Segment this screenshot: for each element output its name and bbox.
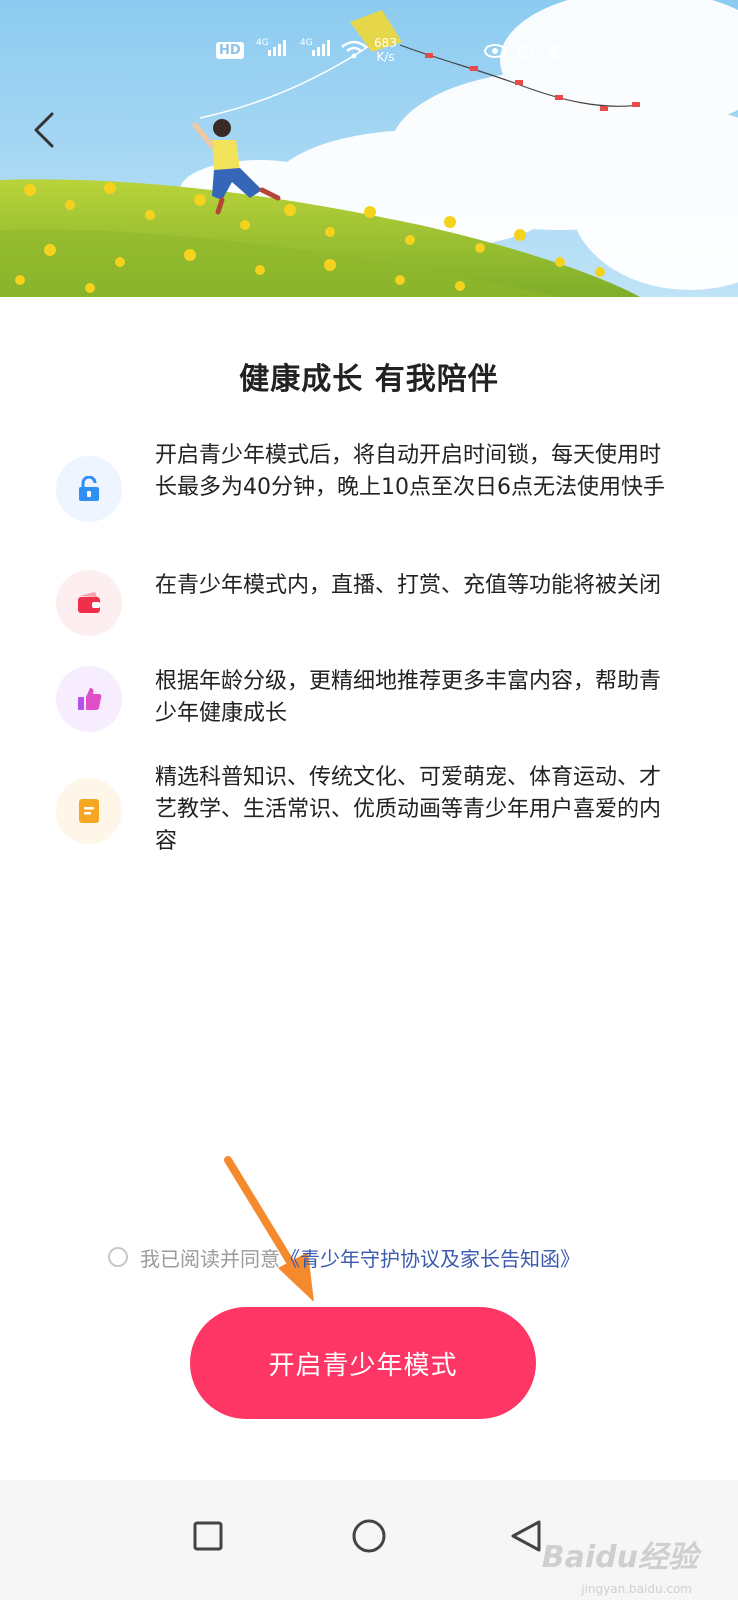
status-bar: HD 4G 4G 683 K/s [0, 30, 738, 78]
bluetooth-icon [548, 41, 561, 61]
signal-icon: 4G [300, 36, 334, 58]
document-icon [79, 799, 99, 823]
agreement-row: 我已阅读并同意 《青少年守护协议及家长告知函》 [108, 1241, 580, 1273]
signal-icon: 4G [256, 36, 290, 58]
hd-badge: HD [216, 42, 244, 59]
home-button[interactable] [341, 1508, 397, 1564]
page-title: 健康成长 有我陪伴 [239, 362, 499, 397]
triangle-back-icon [511, 1520, 541, 1552]
feature-icon-bg [56, 666, 122, 732]
square-icon [193, 1521, 223, 1551]
watermark-logo: Baidu经验 [541, 1540, 698, 1575]
header-banner: HD 4G 4G 683 K/s [0, 0, 738, 297]
watermark-url: jingyan.baidu.com [581, 1582, 692, 1596]
feature-icon-bg [56, 778, 122, 844]
status-icons [484, 41, 562, 61]
unlock-icon [79, 476, 99, 501]
feature-icon-bg [56, 456, 122, 522]
annotation-arrow-icon [224, 1156, 314, 1302]
wifi-icon [340, 40, 368, 60]
thumbs-up-icon [78, 688, 102, 710]
svg-text:4G: 4G [300, 38, 313, 48]
back-button[interactable] [26, 108, 66, 156]
alarm-icon [518, 44, 534, 60]
network-speed: 683 K/s [374, 36, 397, 64]
feature-text: 在青少年模式内，直播、打赏、充值等功能将被关闭 [155, 573, 662, 598]
enable-teen-mode-button[interactable]: 开启青少年模式 [190, 1307, 536, 1419]
feature-text: 精选科普知识、传统文化、可爱萌宠、体育运动、才艺教学、生活常识、优质动画等青少年… [155, 765, 662, 854]
system-navbar: Baidu经验 jingyan.baidu.com [0, 1480, 738, 1600]
wallet-icon [78, 592, 100, 613]
feature-icon-bg [56, 570, 122, 636]
circle-icon [352, 1519, 386, 1553]
recent-apps-button[interactable] [180, 1508, 236, 1564]
eye-icon [484, 44, 506, 58]
agreement-checkbox[interactable] [108, 1247, 128, 1267]
chevron-left-icon [34, 112, 54, 148]
agreement-prefix: 我已阅读并同意 [140, 1246, 280, 1271]
feature-text: 根据年龄分级，更精细地推荐更多丰富内容，帮助青少年健康成长 [155, 669, 662, 726]
feature-text: 开启青少年模式后，将自动开启时间锁，每天使用时长最多为40分钟，晚上10点至次日… [155, 443, 665, 500]
agreement-link[interactable]: 《青少年守护协议及家长告知函》 [280, 1243, 580, 1272]
svg-text:4G: 4G [256, 38, 269, 48]
